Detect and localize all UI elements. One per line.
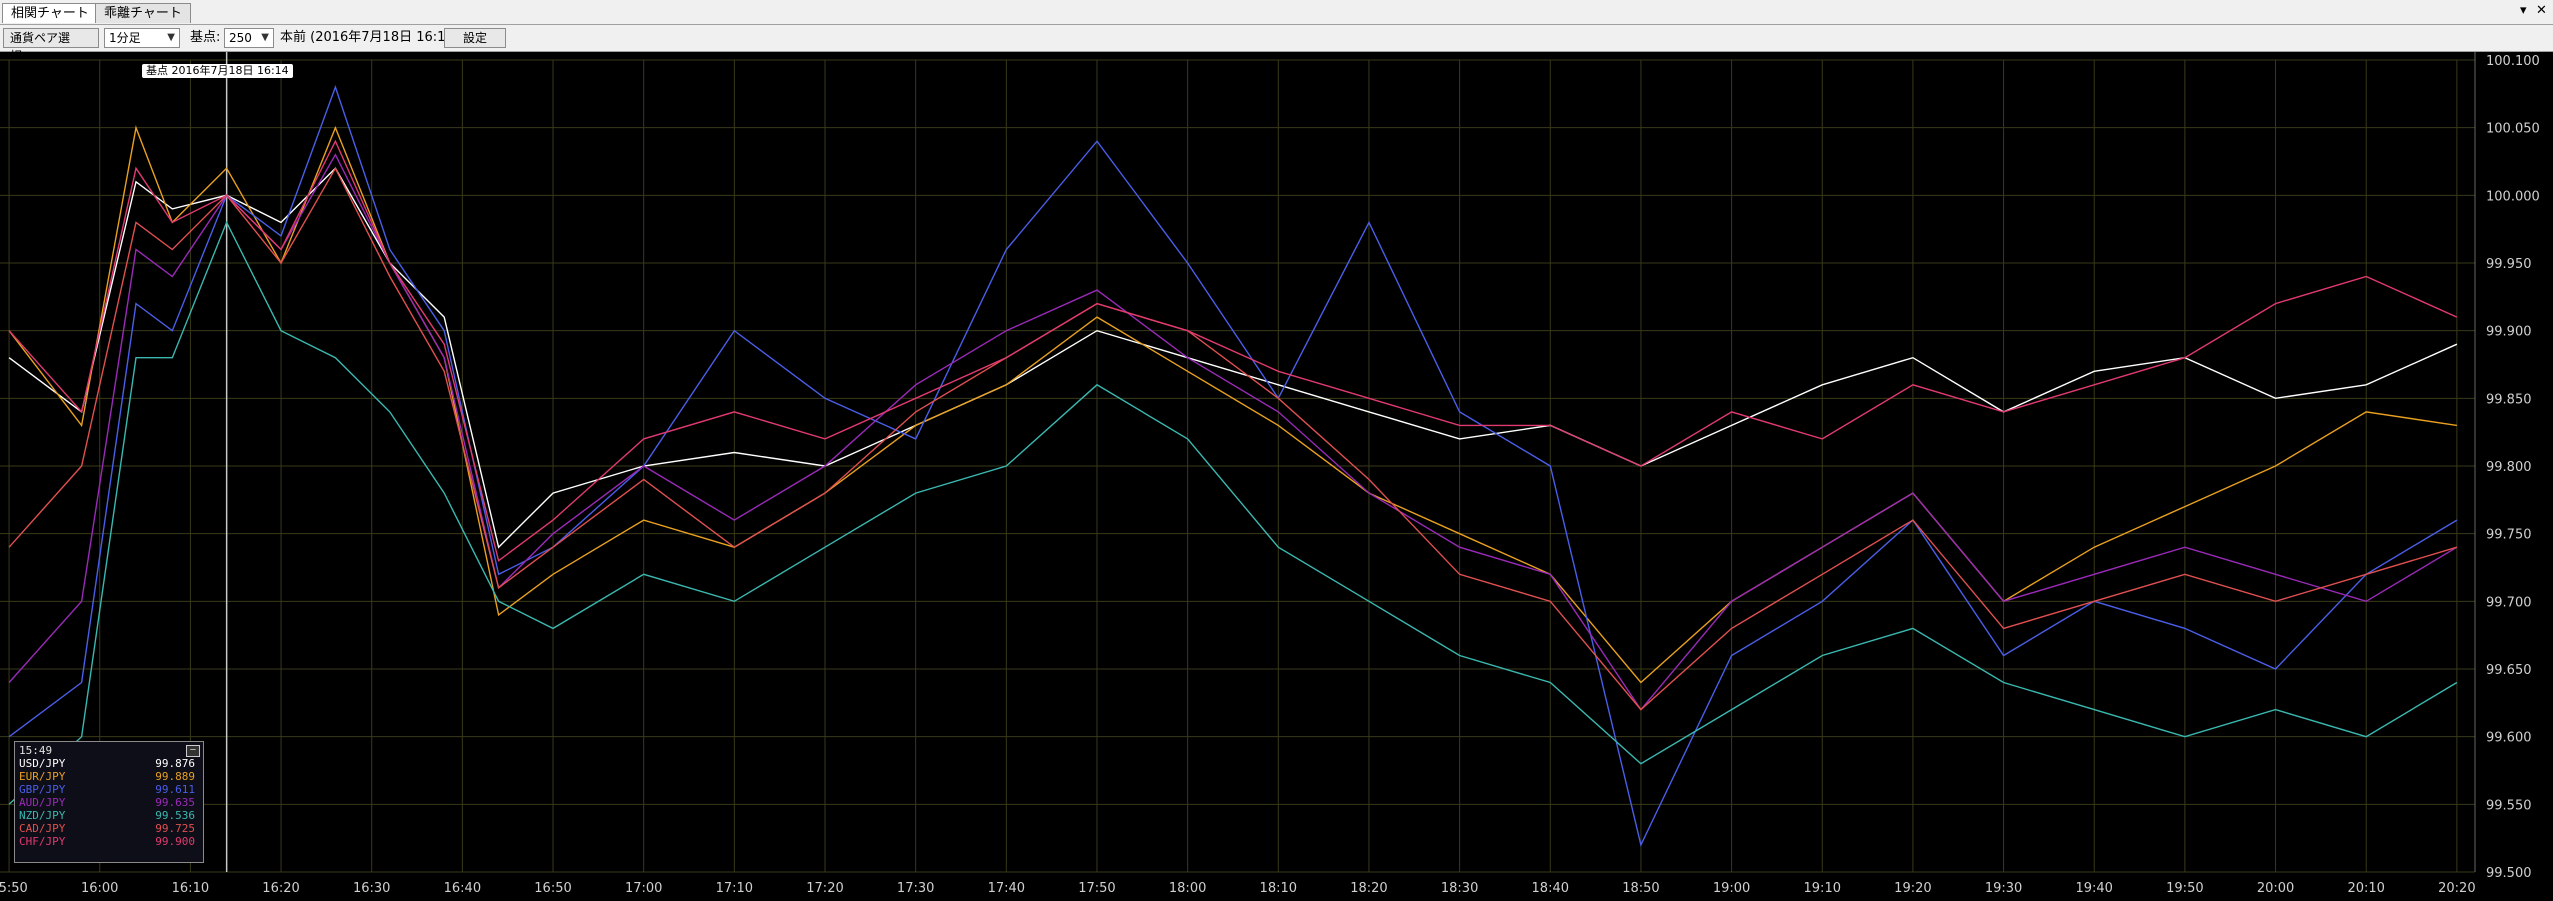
legend-pair-value: 99.725: [155, 822, 195, 835]
x-tick-label: 18:10: [1260, 881, 1297, 896]
legend-pair-value: 99.876: [155, 757, 195, 770]
y-axis-ticks: 100.100 100.050 100.000 99.950 99.900 99.850 9…: [2486, 54, 2540, 881]
x-tick-label: 17:50: [1078, 881, 1115, 896]
x-tick-label: 17:30: [897, 881, 934, 896]
tab-divergence-chart[interactable]: 乖離チャート: [95, 3, 191, 23]
x-tick-label: 16:00: [81, 881, 118, 896]
legend-row: NZD/JPY 99.536: [19, 809, 199, 822]
y-tick-label: 99.900: [2486, 325, 2532, 340]
toolbar: 通貨ペア選択... 1分足 ▼ 基点: 250 ▼ 本前 (2016年7月18日…: [0, 25, 2553, 63]
legend-row: EUR/JPY 99.889: [19, 770, 199, 783]
base-time-text: 本前 (2016年7月18日 16:14): [280, 30, 459, 45]
pair-select-button[interactable]: 通貨ペア選択...: [3, 28, 99, 63]
x-tick-label: 18:50: [1622, 881, 1659, 896]
legend-pair-name: NZD/JPY: [19, 809, 66, 822]
legend-pair-name: AUD/JPY: [19, 796, 66, 809]
x-tick-label: 16:40: [444, 881, 481, 896]
base-marker-label: 基点 2016年7月18日 16:14: [142, 64, 293, 78]
interval-value: 1分足: [109, 31, 141, 45]
correlation-chart[interactable]: 15:50 16:00 16:10 16:20 16:30 16:40 16:50 17:00…: [0, 52, 2553, 901]
series-line-usd-jpy: [8, 167, 2458, 549]
series-line-nzd-jpy: [8, 220, 2458, 805]
tab-bar: 相関チャート 乖離チャート ▾ ✕: [0, 0, 2553, 25]
y-tick-label: 100.000: [2486, 189, 2540, 204]
x-tick-label: 17:20: [806, 881, 843, 896]
base-value-select[interactable]: 250 ▼: [224, 28, 274, 48]
y-tick-label: 99.800: [2486, 460, 2532, 475]
legend-pair-value: 99.900: [155, 835, 195, 848]
legend-row: AUD/JPY 99.635: [19, 796, 199, 809]
legend-panel[interactable]: 15:49 — USD/JPY 99.876 EUR/JPY 99.889 GBP/JP…: [14, 741, 204, 863]
base-label: 基点:: [190, 30, 221, 45]
x-tick-label: 17:00: [625, 881, 662, 896]
series-line-cad-jpy: [8, 166, 2458, 711]
base-value: 250: [229, 31, 252, 45]
x-tick-label: 20:10: [2347, 881, 2384, 896]
y-tick-label: 99.600: [2486, 731, 2532, 746]
legend-pair-name: EUR/JPY: [19, 770, 66, 783]
legend-pair-name: USD/JPY: [19, 757, 66, 770]
x-tick-label: 16:30: [353, 881, 390, 896]
legend-row: CAD/JPY 99.725: [19, 822, 199, 835]
y-tick-label: 99.500: [2486, 866, 2532, 881]
x-tick-label: 16:50: [534, 881, 571, 896]
chevron-down-icon[interactable]: ▾: [2520, 3, 2527, 18]
x-tick-label: 19:20: [1894, 881, 1931, 896]
y-tick-label: 99.700: [2486, 595, 2532, 610]
legend-pair-value: 99.889: [155, 770, 195, 783]
y-tick-label: 99.750: [2486, 528, 2532, 543]
chevron-down-icon: ▼: [261, 32, 269, 43]
legend-row: GBP/JPY 99.611: [19, 783, 199, 796]
x-tick-label: 19:30: [1985, 881, 2022, 896]
interval-select[interactable]: 1分足 ▼: [104, 28, 180, 48]
tab-correlation-chart[interactable]: 相関チャート: [2, 3, 98, 23]
x-axis-ticks: 15:50 16:00 16:10 16:20 16:30 16:40 16:50 17:00…: [0, 881, 2476, 896]
legend-pair-value: 99.635: [155, 796, 195, 809]
settings-button[interactable]: 設定: [444, 28, 506, 48]
legend-time: 15:49: [19, 744, 53, 757]
y-tick-label: 99.850: [2486, 392, 2532, 407]
close-icon[interactable]: ✕: [2536, 3, 2547, 18]
x-tick-label: 19:50: [2166, 881, 2203, 896]
chart-grid: [0, 52, 2476, 873]
x-tick-label: 19:10: [1804, 881, 1841, 896]
legend-pair-name: CHF/JPY: [19, 835, 66, 848]
series-line-chf-jpy: [8, 139, 2458, 562]
x-tick-label: 19:00: [1713, 881, 1750, 896]
x-tick-label: 18:00: [1169, 881, 1206, 896]
x-tick-label: 19:40: [2075, 881, 2112, 896]
legend-pair-name: GBP/JPY: [19, 783, 66, 796]
x-tick-label: 16:20: [262, 881, 299, 896]
x-tick-label: 20:00: [2257, 881, 2294, 896]
x-tick-label: 18:20: [1350, 881, 1387, 896]
chevron-down-icon: ▼: [167, 32, 175, 43]
x-tick-label: 18:30: [1441, 881, 1478, 896]
y-tick-label: 100.100: [2486, 54, 2540, 69]
legend-pair-value: 99.536: [155, 809, 195, 822]
minimize-icon[interactable]: —: [186, 745, 200, 757]
legend-row: CHF/JPY 99.900: [19, 835, 199, 848]
legend-row: USD/JPY 99.876: [19, 757, 199, 770]
x-tick-label: 17:10: [716, 881, 753, 896]
x-tick-label: 20:20: [2438, 881, 2475, 896]
x-tick-label: 16:10: [172, 881, 209, 896]
y-tick-label: 100.050: [2486, 122, 2540, 137]
legend-pair-value: 99.611: [155, 783, 195, 796]
x-tick-label: 18:40: [1532, 881, 1569, 896]
x-tick-label: 15:50: [0, 881, 28, 896]
x-tick-label: 17:40: [988, 881, 1025, 896]
y-tick-label: 99.550: [2486, 798, 2532, 813]
legend-pair-name: CAD/JPY: [19, 822, 66, 835]
y-tick-label: 99.950: [2486, 257, 2532, 272]
y-tick-label: 99.650: [2486, 663, 2532, 678]
series-line-aud-jpy: [8, 153, 2458, 711]
